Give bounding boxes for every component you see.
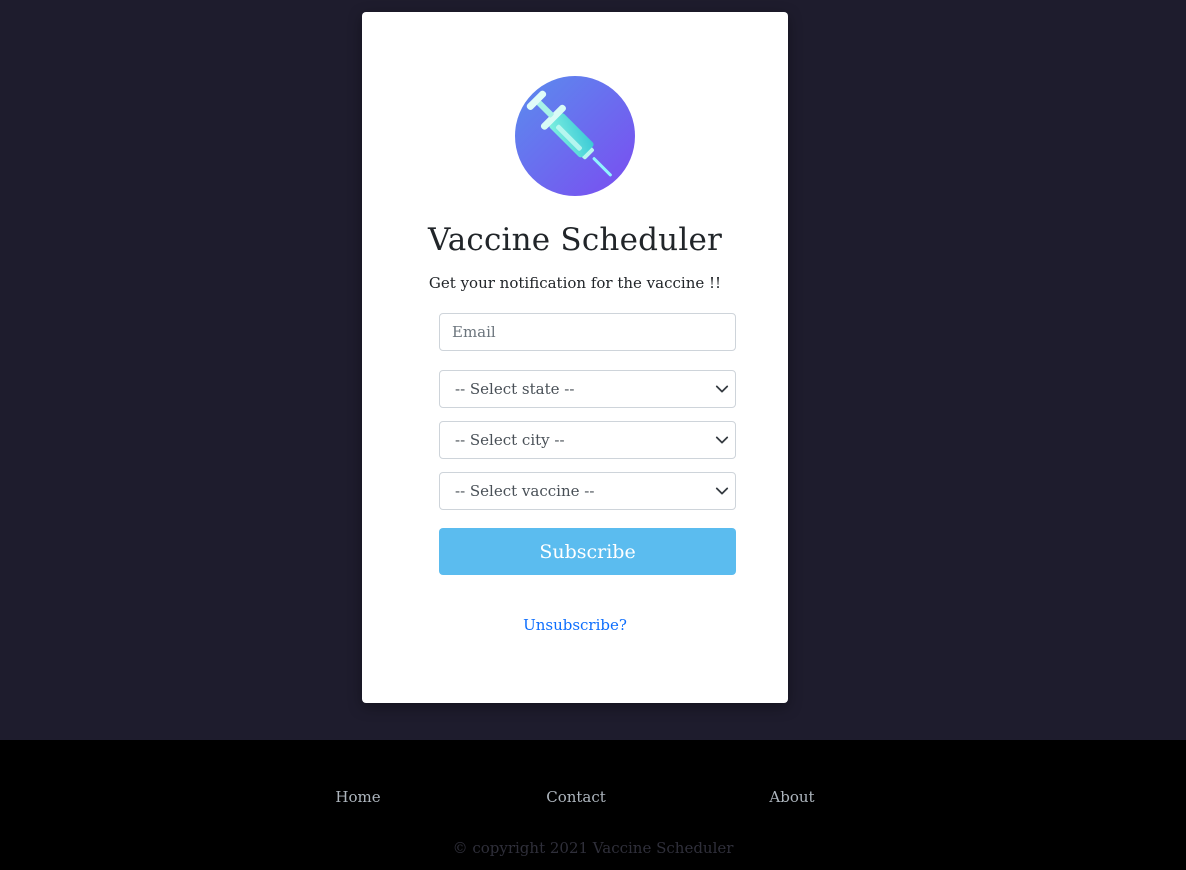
state-select[interactable]: -- Select state --: [439, 370, 736, 408]
city-select-value: -- Select city --: [455, 431, 565, 449]
page-title: Vaccine Scheduler: [427, 222, 723, 258]
page-background: Vaccine Scheduler Get your notification …: [0, 0, 1186, 740]
chevron-down-icon: [715, 436, 729, 444]
chevron-down-icon: [715, 385, 729, 393]
unsubscribe-link[interactable]: Unsubscribe?: [362, 616, 788, 634]
city-select[interactable]: -- Select city --: [439, 421, 736, 459]
chevron-down-icon: [715, 487, 729, 495]
vaccine-select[interactable]: -- Select vaccine --: [439, 472, 736, 510]
copyright-text: © copyright 2021 Vaccine Scheduler: [452, 839, 734, 857]
footer-link-home[interactable]: Home: [335, 788, 380, 806]
footer: Home Contact About © copyright 2021 Vacc…: [0, 740, 1186, 870]
footer-link-contact[interactable]: Contact: [546, 788, 606, 806]
syringe-icon: [515, 76, 635, 196]
subscribe-card: Vaccine Scheduler Get your notification …: [362, 12, 788, 703]
email-input[interactable]: [439, 313, 736, 351]
subscribe-button[interactable]: Subscribe: [439, 528, 736, 575]
syringe-logo: [515, 76, 635, 196]
page-subtitle: Get your notification for the vaccine !!: [428, 274, 722, 292]
state-select-value: -- Select state --: [455, 380, 575, 398]
footer-link-about[interactable]: About: [769, 788, 814, 806]
vaccine-select-value: -- Select vaccine --: [455, 482, 595, 500]
